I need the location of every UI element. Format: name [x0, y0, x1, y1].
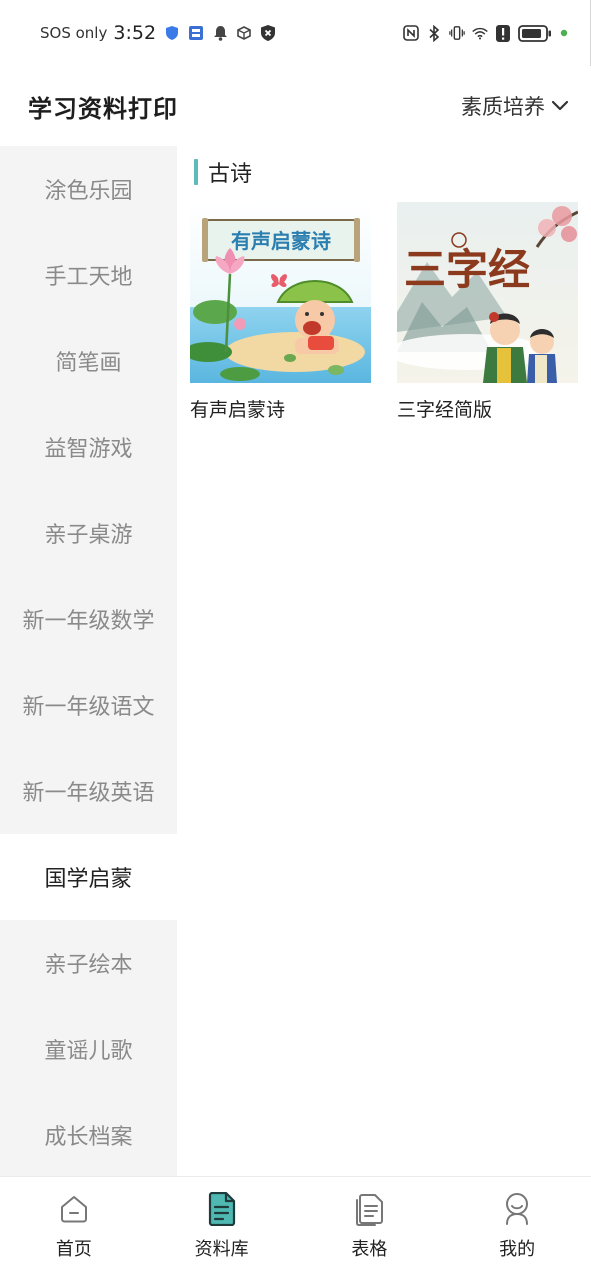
blocked-shield-icon	[260, 25, 276, 41]
resource-card[interactable]: 有声启蒙诗 有声启蒙诗	[190, 202, 371, 422]
nav-forms[interactable]: 表格	[296, 1177, 444, 1280]
sidebar-item-puzzle-games[interactable]: 益智游戏	[0, 404, 177, 490]
alert-icon	[495, 24, 511, 42]
card-calligraphy-text: 三字经	[404, 245, 530, 294]
sidebar-item-simple-drawing[interactable]: 简笔画	[0, 318, 177, 404]
bottom-navigation: 首页 资料库 表格 我的	[0, 1176, 591, 1280]
category-sidebar: 涂色乐园 手工天地 简笔画 益智游戏 亲子桌游 新一年级数学 新一年级语文 新一…	[0, 146, 177, 1176]
status-bar: SOS only 3:52	[0, 0, 591, 66]
card-title: 有声启蒙诗	[190, 399, 286, 421]
document-icon	[205, 1191, 239, 1227]
nav-label: 我的	[499, 1239, 536, 1260]
nav-label: 表格	[351, 1239, 388, 1260]
sidebar-item-coloring[interactable]: 涂色乐园	[0, 146, 177, 232]
section-title: 古诗	[208, 162, 253, 187]
category-label: 素质培养	[461, 95, 545, 119]
nav-label: 资料库	[194, 1239, 249, 1260]
content-panel: 古诗 有声启蒙诗 有声启蒙诗 三字经 三字经简版	[177, 146, 591, 1176]
sidebar-item-growth-record[interactable]: 成长档案	[0, 1092, 177, 1178]
clock-text: 3:52	[113, 22, 157, 44]
card-title: 三字经简版	[397, 399, 493, 421]
sidebar-item-classics[interactable]: 国学启蒙	[0, 834, 177, 920]
sim-card-icon	[188, 25, 204, 41]
status-dot-icon	[559, 25, 569, 41]
battery-icon	[518, 24, 552, 42]
nav-home[interactable]: 首页	[0, 1177, 148, 1280]
resource-card[interactable]: 三字经 三字经简版	[397, 202, 578, 422]
app-header: 学习资料打印 素质培养	[0, 66, 591, 146]
sidebar-item-picture-books[interactable]: 亲子绘本	[0, 920, 177, 1006]
card-banner-text: 有声启蒙诗	[231, 229, 331, 253]
bell-icon	[212, 25, 228, 41]
section-header: 古诗	[194, 156, 252, 188]
profile-icon	[500, 1191, 534, 1227]
sidebar-item-grade1-english[interactable]: 新一年级英语	[0, 748, 177, 834]
home-icon	[57, 1191, 91, 1227]
card-thumbnail: 三字经	[397, 202, 578, 383]
carrier-text: SOS only	[40, 24, 108, 42]
page-title: 学习资料打印	[28, 94, 178, 123]
sidebar-item-crafts[interactable]: 手工天地	[0, 232, 177, 318]
bluetooth-icon	[426, 24, 442, 42]
sidebar-item-grade1-math[interactable]: 新一年级数学	[0, 576, 177, 662]
section-accent-bar	[194, 159, 198, 185]
sidebar-item-board-games[interactable]: 亲子桌游	[0, 490, 177, 576]
nav-label: 首页	[55, 1239, 92, 1260]
sidebar-item-grade1-chinese[interactable]: 新一年级语文	[0, 662, 177, 748]
shield-icon	[164, 25, 180, 41]
nfc-icon	[403, 25, 419, 41]
chevron-down-icon	[551, 97, 569, 116]
sidebar-item-nursery-rhymes[interactable]: 童谣儿歌	[0, 1006, 177, 1092]
card-thumbnail: 有声启蒙诗	[190, 202, 371, 383]
vibrate-icon	[449, 25, 465, 41]
nav-library[interactable]: 资料库	[148, 1177, 296, 1280]
files-icon	[352, 1191, 386, 1227]
cube-icon	[236, 25, 252, 41]
nav-profile[interactable]: 我的	[443, 1177, 591, 1280]
wifi-icon	[472, 25, 488, 41]
category-dropdown[interactable]: 素质培养	[461, 91, 569, 121]
